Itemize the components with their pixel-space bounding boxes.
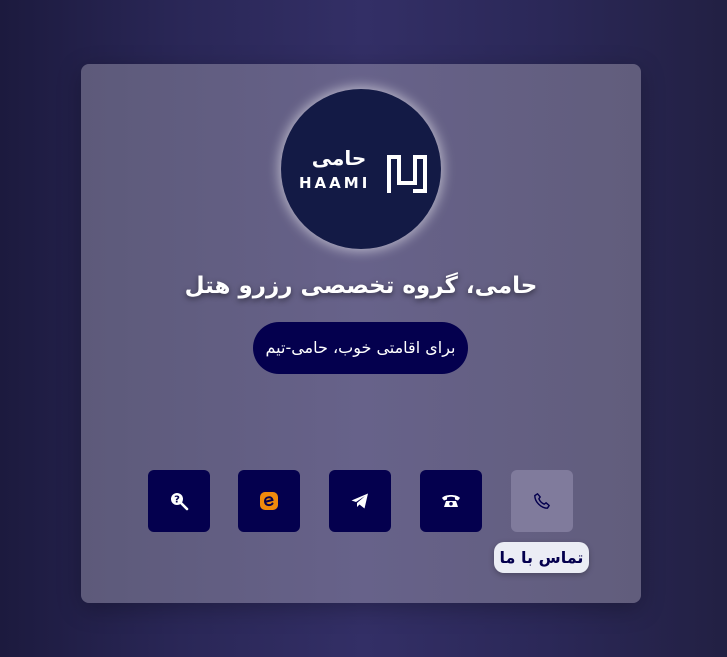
contact-us-button[interactable] <box>511 470 573 532</box>
page-title: حامی، گروه تخصصی رزرو هتل <box>184 273 538 299</box>
eitaa-icon <box>260 492 278 510</box>
phone-call-icon <box>534 493 550 509</box>
contact-us-tooltip: تماس با ما <box>494 542 589 573</box>
haami-logo-mark <box>387 155 427 193</box>
telegram-button[interactable] <box>329 470 391 532</box>
contact-card: حامی HAAMI حامی، گروه تخصصی رزرو هتل برا… <box>81 64 641 603</box>
svg-text:?: ? <box>174 495 180 506</box>
eitaa-button[interactable] <box>238 470 300 532</box>
logo-wordmark-en: HAAMI <box>299 174 371 192</box>
brand-logo: حامی HAAMI <box>281 89 441 249</box>
search-help-icon: ? <box>171 493 189 511</box>
svg-text:حامی: حامی <box>312 147 367 169</box>
telegram-icon <box>351 493 368 509</box>
telephone-button[interactable] <box>420 470 482 532</box>
telephone-icon <box>442 495 460 507</box>
logo-wordmark-fa: حامی <box>312 147 367 169</box>
tagline-badge: برای اقامتی خوب، حامی-تیم <box>253 322 468 374</box>
search-help-button[interactable]: ? <box>148 470 210 532</box>
